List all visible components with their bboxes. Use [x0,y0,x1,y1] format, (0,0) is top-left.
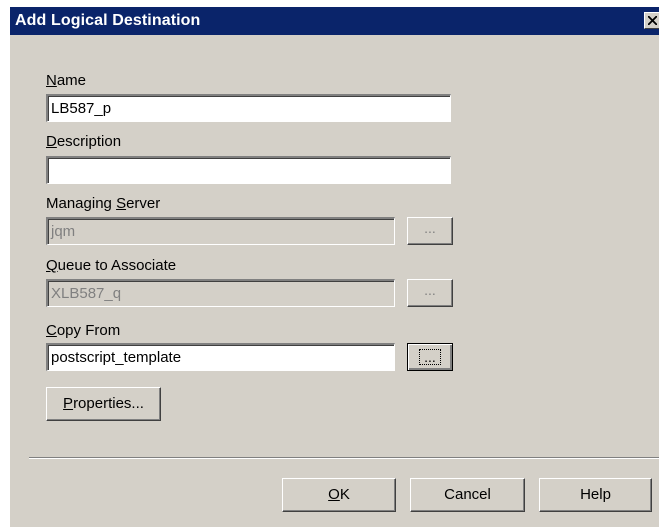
properties-button[interactable]: Properties... [46,387,161,421]
queue-to-associate-label: Queue to Associate [46,257,177,274]
name-input[interactable]: LB587_p [46,94,451,122]
dialog-title: Add Logical Destination [15,12,201,29]
close-icon [648,16,657,25]
separator [29,457,659,459]
close-button[interactable] [644,12,659,29]
ok-button[interactable]: OK [282,478,396,512]
description-input[interactable] [46,156,451,184]
queue-to-associate-input: XLB587_q [46,279,395,307]
queue-browse-button: ... [407,279,453,307]
add-logical-destination-dialog: Add Logical Destination Name LB587_p Des… [9,6,659,527]
help-button[interactable]: Help [539,478,652,512]
copy-from-label: Copy From [46,322,121,339]
copy-from-input[interactable]: postscript_template [46,343,395,371]
managing-server-label: Managing Server [46,195,161,212]
managing-server-input: jqm [46,217,395,245]
cancel-button[interactable]: Cancel [410,478,525,512]
managing-server-browse-button: ... [407,217,453,245]
description-label: Description [46,133,122,150]
title-bar[interactable]: Add Logical Destination [10,7,659,35]
name-label: Name [46,72,87,89]
copy-from-browse-button[interactable]: ... [407,343,453,371]
